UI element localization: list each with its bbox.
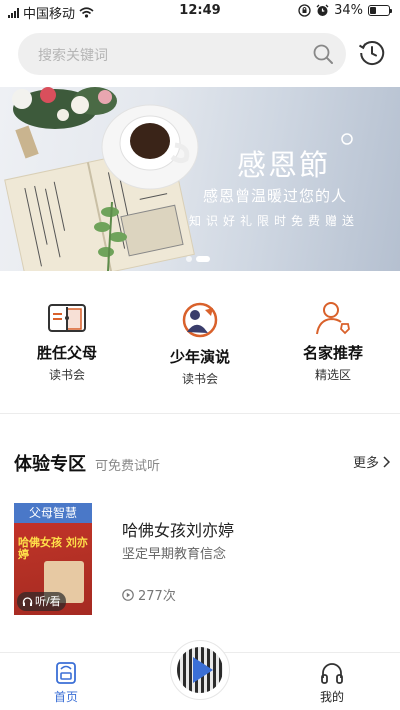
tab-home[interactable]: 首页 (36, 661, 96, 705)
play-circle-icon (122, 588, 134, 601)
search-icon[interactable] (312, 43, 334, 65)
category-youth-speech[interactable]: 少年演说 读书会 (145, 300, 255, 387)
promo-banner[interactable]: 感恩節 感恩曾温暖过您的人 知识好礼限时免费赠送 (0, 87, 400, 271)
category-subtitle: 读书会 (48, 368, 85, 382)
listen-badge-label: 听/看 (35, 595, 61, 608)
speech-icon (182, 302, 218, 338)
carousel-dot[interactable] (186, 256, 192, 262)
battery-level (370, 7, 377, 14)
history-icon[interactable] (357, 38, 387, 68)
banner-subtitle: 感恩曾温暖过您的人 (203, 187, 348, 205)
status-bar: 中国移动 12:49 34% (0, 0, 400, 22)
banner-illustration (4, 87, 353, 271)
home-icon (56, 662, 76, 684)
book-description: 坚定早期教育信念 (122, 547, 227, 562)
book-cover[interactable]: 父母智慧 哈佛女孩 刘亦婷 听/看 (14, 503, 92, 615)
banner-title: 感恩節 (237, 148, 331, 182)
carousel-indicator (186, 256, 210, 262)
battery-percent: 34% (334, 3, 363, 18)
status-right: 34% (298, 3, 392, 18)
play-count: 277次 (122, 585, 176, 604)
tab-label: 我的 (319, 690, 344, 704)
category-subtitle: 精选区 (314, 368, 351, 382)
category-parenting[interactable]: 胜任父母 读书会 (12, 300, 122, 383)
tab-mine[interactable]: 我的 (302, 661, 362, 705)
player-button[interactable] (170, 640, 230, 700)
section-title: 体验专区 (14, 454, 86, 475)
person-badge-icon (316, 302, 350, 335)
more-link[interactable]: 更多 (353, 452, 390, 471)
listen-badge[interactable]: 听/看 (17, 592, 66, 611)
flower-bouquet (12, 87, 117, 159)
play-icon (193, 657, 213, 683)
banner-tagline: 知识好礼限时免费赠送 (189, 214, 360, 228)
section-divider (0, 413, 400, 414)
search-bar[interactable]: 搜索关键词 (18, 33, 346, 75)
battery-icon (368, 5, 392, 16)
category-title: 名家推荐 (302, 344, 363, 362)
chevron-right-icon (383, 455, 390, 468)
category-title: 胜任父母 (36, 344, 97, 362)
search-placeholder: 搜索关键词 (38, 48, 108, 64)
headphones-icon (22, 597, 33, 606)
cover-tag: 父母智慧 (14, 503, 92, 523)
orientation-lock-icon (298, 4, 311, 17)
tab-label: 首页 (53, 690, 78, 704)
category-title: 少年演说 (169, 348, 230, 366)
category-subtitle: 读书会 (181, 372, 218, 386)
coffee-cup-image (101, 104, 199, 190)
carousel-dot-active[interactable] (196, 256, 210, 262)
play-count-label: 277次 (138, 589, 176, 604)
section-subtitle: 可免费试听 (95, 459, 161, 474)
cover-title: 哈佛女孩 刘亦婷 (18, 536, 88, 561)
more-label: 更多 (352, 456, 379, 471)
headphones-icon (321, 663, 343, 684)
book-title[interactable]: 哈佛女孩刘亦婷 (122, 517, 234, 541)
open-book-icon (48, 304, 86, 332)
category-expert-picks[interactable]: 名家推荐 精选区 (278, 300, 388, 383)
alarm-icon (316, 4, 329, 16)
